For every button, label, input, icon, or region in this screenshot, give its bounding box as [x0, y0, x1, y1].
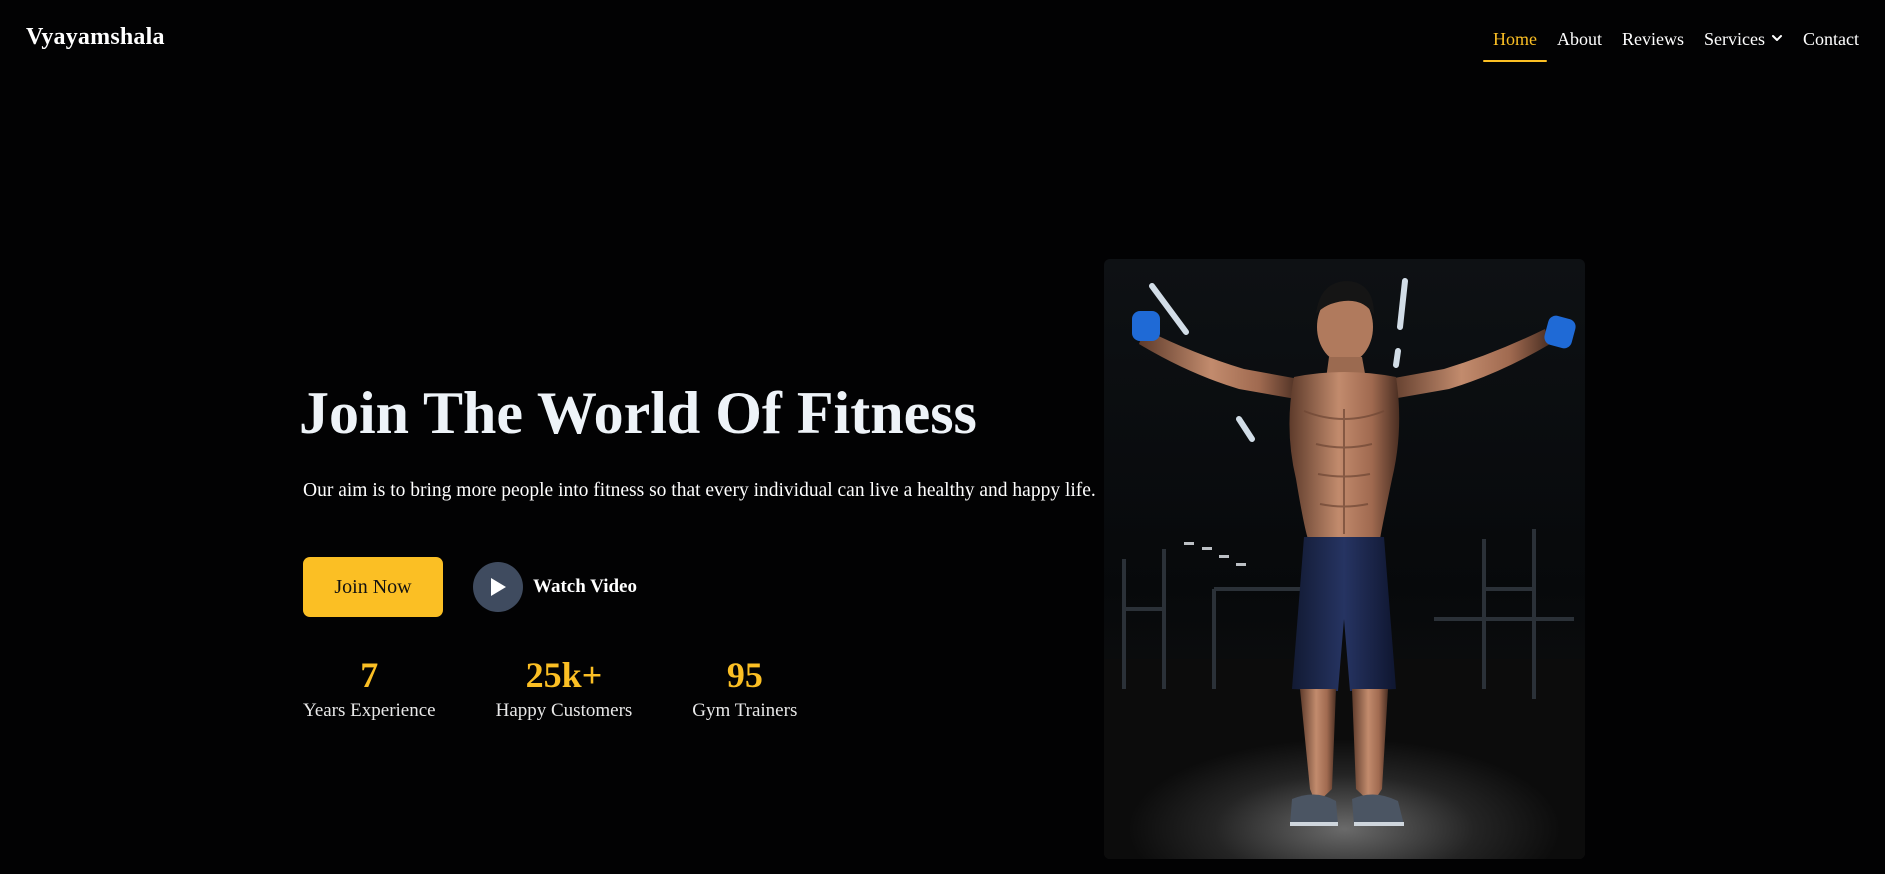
- nav-item-contact[interactable]: Contact: [1793, 26, 1869, 66]
- stat-value: 95: [726, 655, 763, 695]
- nav-item-label: Services: [1704, 29, 1765, 49]
- stats-row: 7 Years Experience 25k+ Happy Customers …: [303, 655, 798, 722]
- nav-item-home[interactable]: Home: [1483, 26, 1548, 66]
- stat-label: Happy Customers: [495, 699, 633, 721]
- navbar: Vyayamshala Home About Reviews Services …: [0, 0, 1885, 80]
- nav-item-label: Contact: [1803, 29, 1859, 49]
- stat-value: 7: [360, 655, 379, 695]
- nav-item-services[interactable]: Services: [1694, 26, 1793, 66]
- nav-item-about[interactable]: About: [1547, 26, 1612, 66]
- chevron-down-icon: [1772, 35, 1782, 41]
- stat-happy-customers: 25k+ Happy Customers: [495, 655, 633, 722]
- join-now-button[interactable]: Join Now: [303, 557, 443, 617]
- hero-image: [1104, 259, 1585, 859]
- nav-item-reviews[interactable]: Reviews: [1612, 26, 1694, 66]
- nav-menu: Home About Reviews Services Contact: [1483, 26, 1869, 66]
- play-button[interactable]: [473, 562, 523, 612]
- stat-label: Years Experience: [303, 699, 436, 721]
- stat-label: Gym Trainers: [692, 699, 798, 721]
- athlete-photo: [1104, 259, 1585, 859]
- stat-value: 25k+: [525, 655, 603, 695]
- stat-gym-trainers: 95 Gym Trainers: [692, 655, 798, 722]
- watch-video-label: Watch Video: [533, 576, 637, 597]
- brand-logo[interactable]: Vyayamshala: [26, 24, 165, 51]
- hero-title: Join The World Of Fitness: [299, 380, 977, 446]
- play-icon: [491, 578, 506, 596]
- watch-video-button[interactable]: Watch Video: [473, 562, 637, 612]
- hero-subtitle: Our aim is to bring more people into fit…: [303, 480, 1096, 501]
- stat-years-experience: 7 Years Experience: [303, 655, 436, 722]
- nav-item-label: Reviews: [1622, 29, 1685, 49]
- nav-item-label: About: [1557, 29, 1603, 49]
- nav-item-label: Home: [1493, 29, 1538, 49]
